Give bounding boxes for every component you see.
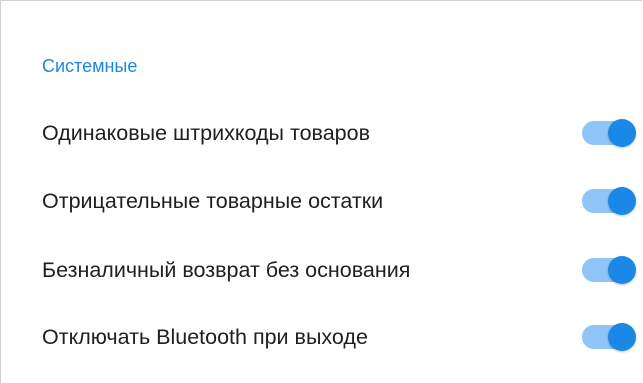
section-title: Системные xyxy=(42,56,138,76)
setting-label: Безналичный возврат без основания xyxy=(42,258,411,282)
bluetooth-off-toggle[interactable] xyxy=(580,323,636,351)
toggle-thumb xyxy=(608,323,636,351)
setting-label: Одинаковые штрихкоды товаров xyxy=(42,121,371,145)
setting-row-cashless-return[interactable]: Безналичный возврат без основания xyxy=(1,252,643,288)
setting-label: Отрицательные товарные остатки xyxy=(42,189,384,213)
toggle-thumb xyxy=(608,256,636,284)
settings-panel: Системные Одинаковые штрихкоды товаров О… xyxy=(0,0,642,383)
toggle-thumb xyxy=(608,119,636,147)
same-barcodes-toggle[interactable] xyxy=(580,119,636,147)
negative-stock-toggle[interactable] xyxy=(580,187,636,215)
setting-label: Отключать Bluetooth при выходе xyxy=(42,325,368,349)
setting-row-bluetooth-off[interactable]: Отключать Bluetooth при выходе xyxy=(1,319,643,355)
setting-row-same-barcodes[interactable]: Одинаковые штрихкоды товаров xyxy=(1,115,643,151)
setting-row-negative-stock[interactable]: Отрицательные товарные остатки xyxy=(1,183,643,219)
cashless-return-toggle[interactable] xyxy=(580,256,636,284)
toggle-thumb xyxy=(608,187,636,215)
